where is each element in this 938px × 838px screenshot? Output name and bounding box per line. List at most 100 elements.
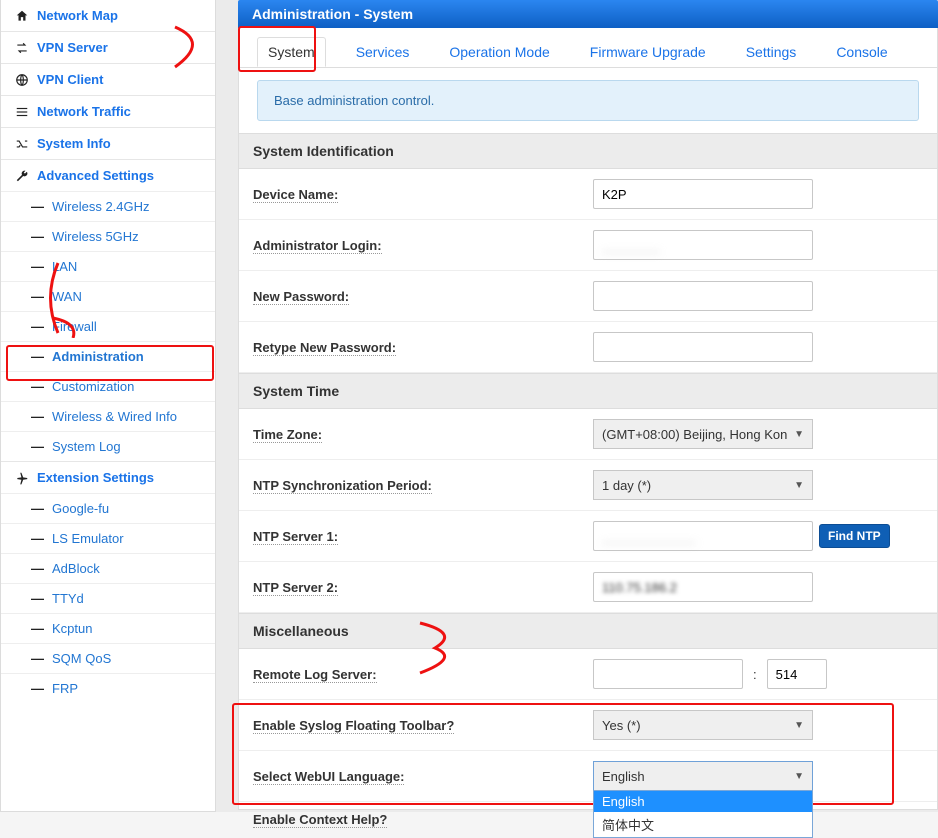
sidebar-sub-administration[interactable]: —Administration bbox=[1, 341, 215, 371]
tab-services[interactable]: Services bbox=[346, 38, 420, 66]
shuffle-icon bbox=[13, 137, 31, 151]
chevron-down-icon: ▼ bbox=[794, 480, 804, 491]
sidebar-sub-wireless-wired-info[interactable]: —Wireless & Wired Info bbox=[1, 401, 215, 431]
row-language: Select WebUI Language: English ▼ English… bbox=[239, 751, 937, 802]
sidebar-sub-label: AdBlock bbox=[52, 561, 100, 576]
timezone-select[interactable]: (GMT+08:00) Beijing, Hong Kon ▼ bbox=[593, 419, 813, 449]
language-label: Select WebUI Language: bbox=[253, 769, 593, 784]
new-password-label: New Password: bbox=[253, 289, 593, 304]
row-admin-login: Administrator Login: ________ bbox=[239, 220, 937, 271]
find-ntp-button[interactable]: Find NTP bbox=[819, 524, 890, 548]
home-icon bbox=[13, 9, 31, 23]
sidebar-sub-label: Customization bbox=[52, 379, 134, 394]
row-syslog-toolbar: Enable Syslog Floating Toolbar? Yes (*) … bbox=[239, 700, 937, 751]
section-system-time: System Time bbox=[239, 373, 937, 409]
sidebar-sub-label: Administration bbox=[52, 349, 144, 364]
admin-login-value: ________ bbox=[602, 238, 660, 253]
sidebar-sub-wireless-5[interactable]: —Wireless 5GHz bbox=[1, 221, 215, 251]
sidebar-item-advanced-settings[interactable]: Advanced Settings bbox=[1, 159, 215, 191]
tab-console[interactable]: Console bbox=[826, 38, 897, 66]
sidebar-sub-label: Wireless 5GHz bbox=[52, 229, 139, 244]
sidebar-sub-label: Firewall bbox=[52, 319, 97, 334]
chevron-down-icon: ▼ bbox=[794, 771, 804, 782]
globe-icon bbox=[13, 73, 31, 87]
sidebar: Network Map VPN Server VPN Client Networ… bbox=[0, 0, 216, 812]
tab-system[interactable]: System bbox=[257, 37, 326, 67]
content-area: Administration - System System Services … bbox=[238, 0, 938, 812]
device-name-input[interactable] bbox=[593, 179, 813, 209]
sidebar-sub-adblock[interactable]: —AdBlock bbox=[1, 553, 215, 583]
colon-separator: : bbox=[749, 667, 761, 682]
tab-firmware-upgrade[interactable]: Firmware Upgrade bbox=[580, 38, 716, 66]
sidebar-item-network-traffic[interactable]: Network Traffic bbox=[1, 95, 215, 127]
ntp1-label: NTP Server 1: bbox=[253, 529, 593, 544]
section-system-identification: System Identification bbox=[239, 133, 937, 169]
row-context-help: Enable Context Help? bbox=[239, 802, 937, 837]
sidebar-sub-lan[interactable]: —LAN bbox=[1, 251, 215, 281]
tab-settings[interactable]: Settings bbox=[736, 38, 807, 66]
sidebar-sub-firewall[interactable]: —Firewall bbox=[1, 311, 215, 341]
sidebar-sub-kcptun[interactable]: —Kcptun bbox=[1, 613, 215, 643]
sidebar-sub-label: Google-fu bbox=[52, 501, 109, 516]
retype-password-input[interactable] bbox=[593, 332, 813, 362]
row-ntp-period: NTP Synchronization Period: 1 day (*) ▼ bbox=[239, 460, 937, 511]
page-title: Administration - System bbox=[238, 0, 938, 28]
page-root: Network Map VPN Server VPN Client Networ… bbox=[0, 0, 938, 812]
sidebar-sub-customization[interactable]: —Customization bbox=[1, 371, 215, 401]
ntp2-label: NTP Server 2: bbox=[253, 580, 593, 595]
sidebar-sub-label: Wireless 2.4GHz bbox=[52, 199, 150, 214]
sidebar-item-network-map[interactable]: Network Map bbox=[1, 0, 215, 31]
language-options-list: English 简体中文 bbox=[593, 790, 813, 838]
swap-icon bbox=[13, 41, 31, 55]
sidebar-sub-wan[interactable]: —WAN bbox=[1, 281, 215, 311]
row-timezone: Time Zone: (GMT+08:00) Beijing, Hong Kon… bbox=[239, 409, 937, 460]
chevron-down-icon: ▼ bbox=[794, 429, 804, 440]
row-ntp-server-2: NTP Server 2: 110.75.186.2 bbox=[239, 562, 937, 613]
sidebar-sub-ls-emulator[interactable]: —LS Emulator bbox=[1, 523, 215, 553]
device-name-label: Device Name: bbox=[253, 187, 593, 202]
sidebar-item-vpn-client[interactable]: VPN Client bbox=[1, 63, 215, 95]
sidebar-sub-frp[interactable]: —FRP bbox=[1, 673, 215, 703]
remote-log-host-input[interactable] bbox=[593, 659, 743, 689]
sidebar-sub-label: FRP bbox=[52, 681, 78, 696]
sidebar-item-label: Advanced Settings bbox=[37, 168, 154, 183]
sidebar-item-label: Network Map bbox=[37, 8, 118, 23]
sidebar-item-extension-settings[interactable]: Extension Settings bbox=[1, 461, 215, 493]
sidebar-sub-google-fu[interactable]: —Google-fu bbox=[1, 493, 215, 523]
new-password-input[interactable] bbox=[593, 281, 813, 311]
language-select[interactable]: English ▼ English 简体中文 bbox=[593, 761, 813, 791]
sidebar-item-label: Extension Settings bbox=[37, 470, 154, 485]
sidebar-item-label: Network Traffic bbox=[37, 104, 131, 119]
sidebar-sub-ttyd[interactable]: —TTYd bbox=[1, 583, 215, 613]
syslog-toolbar-select[interactable]: Yes (*) ▼ bbox=[593, 710, 813, 740]
timezone-label: Time Zone: bbox=[253, 427, 593, 442]
sidebar-sub-wireless-24[interactable]: —Wireless 2.4GHz bbox=[1, 191, 215, 221]
wrench-icon bbox=[13, 169, 31, 183]
panel: System Services Operation Mode Firmware … bbox=[238, 28, 938, 810]
tab-operation-mode[interactable]: Operation Mode bbox=[439, 38, 559, 66]
context-help-label: Enable Context Help? bbox=[253, 812, 593, 827]
sidebar-sub-sqm-qos[interactable]: —SQM QoS bbox=[1, 643, 215, 673]
section-miscellaneous: Miscellaneous bbox=[239, 613, 937, 649]
ntp-period-select[interactable]: 1 day (*) ▼ bbox=[593, 470, 813, 500]
sidebar-item-vpn-server[interactable]: VPN Server bbox=[1, 31, 215, 63]
plane-icon bbox=[13, 471, 31, 485]
sidebar-sub-label: Wireless & Wired Info bbox=[52, 409, 177, 424]
remote-log-port-input[interactable] bbox=[767, 659, 827, 689]
language-option-chinese[interactable]: 简体中文 bbox=[594, 812, 812, 837]
sidebar-item-label: VPN Client bbox=[37, 72, 103, 87]
language-value: English bbox=[602, 769, 645, 784]
tab-bar: System Services Operation Mode Firmware … bbox=[239, 28, 937, 68]
ntp-period-value: 1 day (*) bbox=[602, 478, 651, 493]
row-retype-password: Retype New Password: bbox=[239, 322, 937, 373]
remote-log-label: Remote Log Server: bbox=[253, 667, 593, 682]
language-option-english[interactable]: English bbox=[594, 791, 812, 812]
ntp1-value: _____________ bbox=[602, 529, 696, 544]
sidebar-item-label: VPN Server bbox=[37, 40, 108, 55]
sidebar-sub-label: LS Emulator bbox=[52, 531, 124, 546]
sidebar-item-system-info[interactable]: System Info bbox=[1, 127, 215, 159]
sidebar-sub-system-log[interactable]: —System Log bbox=[1, 431, 215, 461]
sidebar-sub-label: LAN bbox=[52, 259, 77, 274]
chevron-down-icon: ▼ bbox=[794, 720, 804, 731]
sidebar-item-label: System Info bbox=[37, 136, 111, 151]
